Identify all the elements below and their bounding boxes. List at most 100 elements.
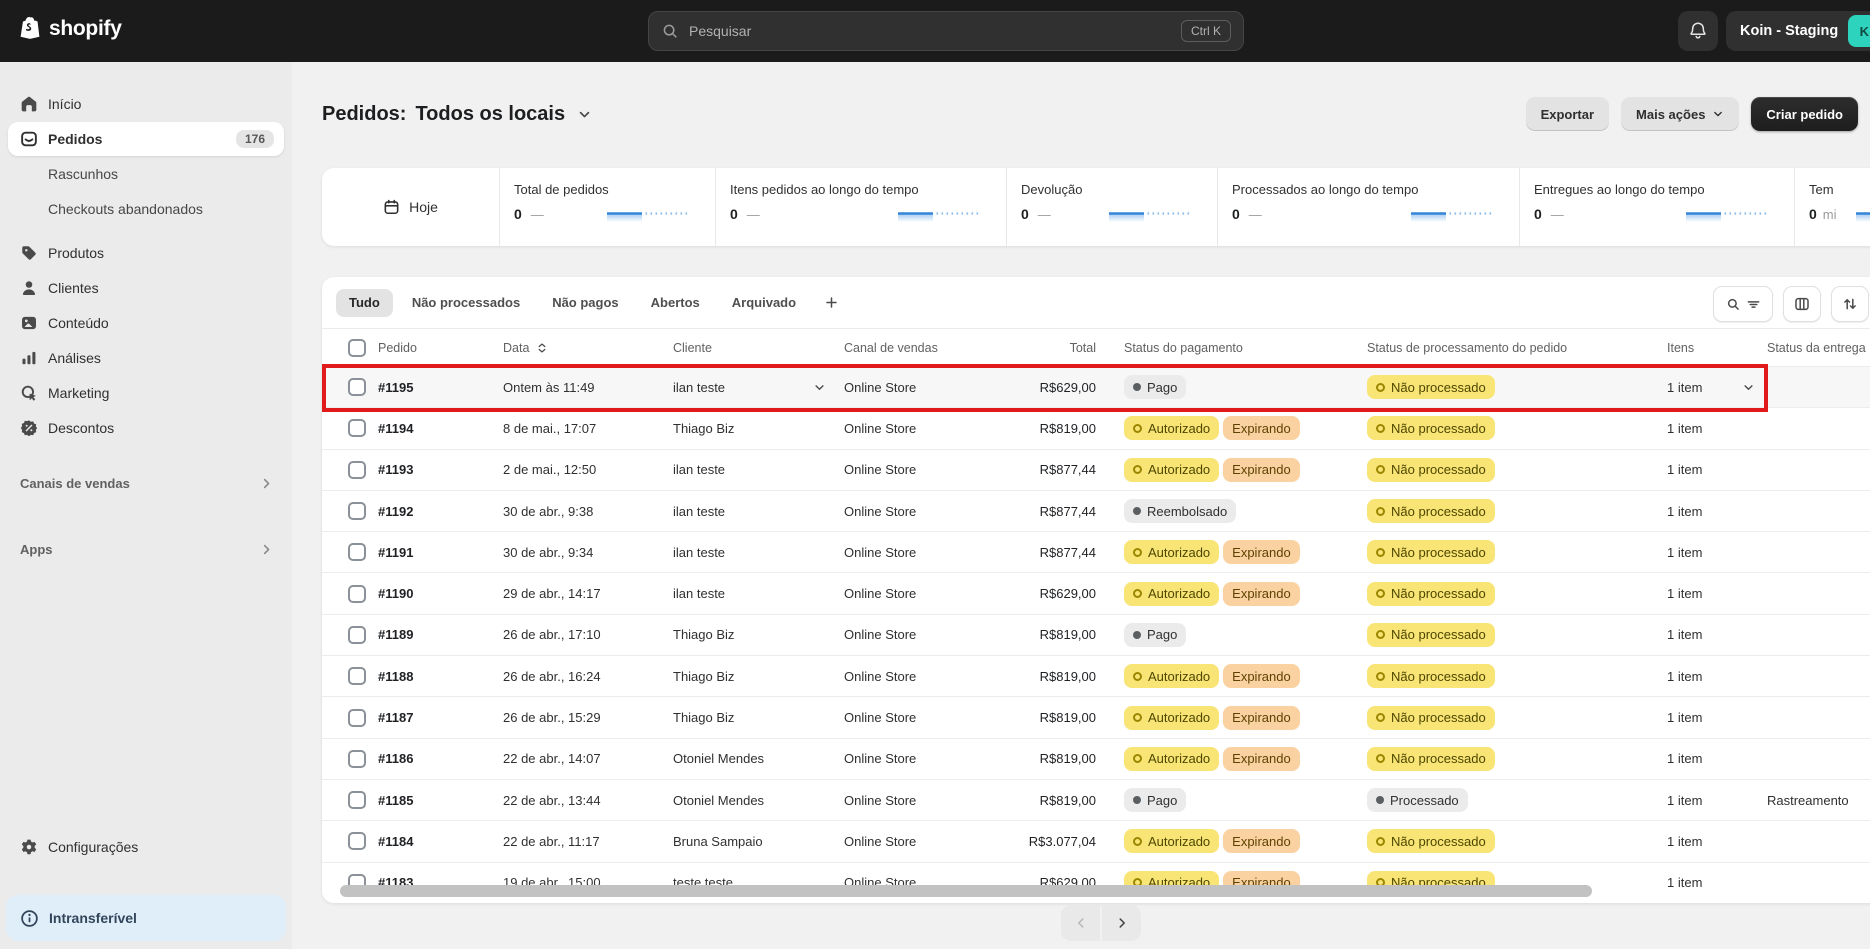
tab-abertos[interactable]: Abertos (638, 289, 713, 317)
order-number[interactable]: #1192 (374, 491, 499, 531)
column-header-delivery[interactable]: Status da entrega (1763, 329, 1870, 366)
table-row-1184[interactable]: #1184 22 de abr., 11:17 Bruna Sampaio On… (322, 821, 1870, 862)
horizontal-scrollbar[interactable] (340, 885, 1592, 897)
column-header-customer[interactable]: Cliente (669, 329, 840, 366)
table-row-1186[interactable]: #1186 22 de abr., 14:07 Otoniel Mendes O… (322, 739, 1870, 780)
column-header-total[interactable]: Total (990, 329, 1120, 366)
add-view-button[interactable] (817, 289, 845, 317)
order-number[interactable]: #1190 (374, 573, 499, 613)
column-header-order[interactable]: Pedido (374, 329, 499, 366)
next-page-button[interactable] (1102, 905, 1141, 941)
column-header-channel[interactable]: Canal de vendas (840, 329, 990, 366)
metric-card-0[interactable]: Total de pedidos 0 — (499, 168, 715, 246)
sidebar-item-rascunhos[interactable]: Rascunhos (8, 157, 284, 191)
table-row-1187[interactable]: #1187 26 de abr., 15:29 Thiago Biz Onlin… (322, 697, 1870, 738)
metric-card-4[interactable]: Entregues ao longo do tempo 0 — (1519, 168, 1794, 246)
status-badge: Autorizado (1124, 458, 1219, 482)
metric-card-5[interactable]: Tem 0 mi (1794, 168, 1870, 246)
row-checkbox[interactable] (348, 750, 366, 768)
table-row-1185[interactable]: #1185 22 de abr., 13:44 Otoniel Mendes O… (322, 780, 1870, 821)
order-number[interactable]: #1191 (374, 532, 499, 572)
shopify-logo[interactable]: shopify (18, 16, 122, 42)
column-header-fulfillment[interactable]: Status de processamento do pedido (1363, 329, 1663, 366)
sidebar-item-clientes[interactable]: Clientes (8, 271, 284, 305)
previous-page-button[interactable] (1061, 905, 1100, 941)
row-checkbox[interactable] (348, 791, 366, 809)
sidebar-item-conteudo[interactable]: Conteúdo (8, 306, 284, 340)
sort-button[interactable] (1831, 286, 1869, 322)
sort-carets-icon[interactable] (535, 341, 549, 355)
search-and-filter-button[interactable] (1713, 286, 1773, 322)
store-menu-button[interactable]: Koin - Staging K (1726, 11, 1870, 51)
sidebar-item-inicio[interactable]: Início (8, 87, 284, 121)
tab-tudo[interactable]: Tudo (336, 289, 393, 317)
order-number[interactable]: #1193 (374, 450, 499, 490)
tab-nao-processados[interactable]: Não processados (399, 289, 533, 317)
order-number[interactable]: #1184 (374, 821, 499, 861)
date-range-picker[interactable]: Hoje (322, 168, 499, 246)
column-header-label: Pedido (378, 341, 417, 355)
order-number[interactable]: #1185 (374, 780, 499, 820)
global-search-input[interactable]: Pesquisar Ctrl K (648, 11, 1244, 51)
row-checkbox[interactable] (348, 378, 366, 396)
order-number[interactable]: #1188 (374, 656, 499, 696)
sidebar-item-settings[interactable]: Configurações (8, 830, 284, 864)
columns-button[interactable] (1783, 286, 1821, 322)
sidebar-item-produtos[interactable]: Produtos (8, 236, 284, 270)
row-checkbox[interactable] (348, 626, 366, 644)
chevron-left-icon (1074, 916, 1088, 930)
sidebar-item-checkouts-abandonados[interactable]: Checkouts abandonados (8, 192, 284, 226)
row-checkbox[interactable] (348, 419, 366, 437)
location-selector-label[interactable]: Todos os locais (415, 103, 565, 126)
chevron-down-icon[interactable] (813, 381, 826, 394)
order-total: R$877,44 (990, 532, 1120, 572)
tab-nao-pagos[interactable]: Não pagos (539, 289, 631, 317)
column-header-items[interactable]: Itens (1663, 329, 1763, 366)
row-checkbox[interactable] (348, 667, 366, 685)
column-header-payment[interactable]: Status do pagamento (1120, 329, 1363, 366)
order-number[interactable]: #1189 (374, 615, 499, 655)
row-checkbox[interactable] (348, 585, 366, 603)
sidebar-item-marketing[interactable]: Marketing (8, 376, 284, 410)
notifications-button[interactable] (1678, 11, 1718, 51)
table-row-1195[interactable]: #1195 Ontem às 11:49 ilan teste Online S… (322, 367, 1870, 408)
tab-arquivado[interactable]: Arquivado (719, 289, 809, 317)
order-number[interactable]: #1194 (374, 408, 499, 448)
chevron-down-icon[interactable] (577, 107, 592, 122)
order-number[interactable]: #1186 (374, 739, 499, 779)
row-checkbox[interactable] (348, 709, 366, 727)
table-row-1188[interactable]: #1188 26 de abr., 16:24 Thiago Biz Onlin… (322, 656, 1870, 697)
more-actions-button[interactable]: Mais ações (1621, 97, 1739, 131)
table-row-1191[interactable]: #1191 30 de abr., 9:34 ilan teste Online… (322, 532, 1870, 573)
select-all-checkbox[interactable] (348, 339, 366, 357)
export-button[interactable]: Exportar (1526, 97, 1609, 131)
sidebar-item-descontos[interactable]: Descontos (8, 411, 284, 445)
date-range-label: Hoje (409, 199, 438, 215)
delivery-status-cell (1763, 532, 1870, 572)
order-number[interactable]: #1187 (374, 697, 499, 737)
row-checkbox[interactable] (348, 502, 366, 520)
row-checkbox[interactable] (348, 543, 366, 561)
chevron-down-icon[interactable] (1742, 381, 1755, 394)
sidebar-section-canais-de-vendas[interactable]: Canais de vendas (8, 468, 284, 498)
table-row-1189[interactable]: #1189 26 de abr., 17:10 Thiago Biz Onlin… (322, 615, 1870, 656)
metric-card-1[interactable]: Itens pedidos ao longo do tempo 0 — (715, 168, 1006, 246)
metric-unit: mi (1823, 207, 1837, 222)
column-header-date[interactable]: Data (499, 329, 669, 366)
create-order-button[interactable]: Criar pedido (1751, 97, 1858, 131)
table-row-1193[interactable]: #1193 2 de mai., 12:50 ilan teste Online… (322, 450, 1870, 491)
fulfillment-status-cell: Não processado (1363, 615, 1663, 655)
order-number[interactable]: #1195 (374, 367, 499, 407)
sidebar-section-apps[interactable]: Apps (8, 534, 284, 564)
table-row-1192[interactable]: #1192 30 de abr., 9:38 ilan teste Online… (322, 491, 1870, 532)
sidebar-item-pedidos[interactable]: Pedidos176 (8, 122, 284, 156)
store-transfer-banner[interactable]: Intransferível (6, 895, 286, 941)
table-row-1190[interactable]: #1190 29 de abr., 14:17 ilan teste Onlin… (322, 573, 1870, 614)
row-checkbox[interactable] (348, 832, 366, 850)
metric-card-2[interactable]: Devolução 0 — (1006, 168, 1217, 246)
metric-card-3[interactable]: Processados ao longo do tempo 0 — (1217, 168, 1519, 246)
filled-dot-icon (1133, 507, 1141, 515)
row-checkbox[interactable] (348, 461, 366, 479)
sidebar-item-analises[interactable]: Análises (8, 341, 284, 375)
table-row-1194[interactable]: #1194 8 de mai., 17:07 Thiago Biz Online… (322, 408, 1870, 449)
